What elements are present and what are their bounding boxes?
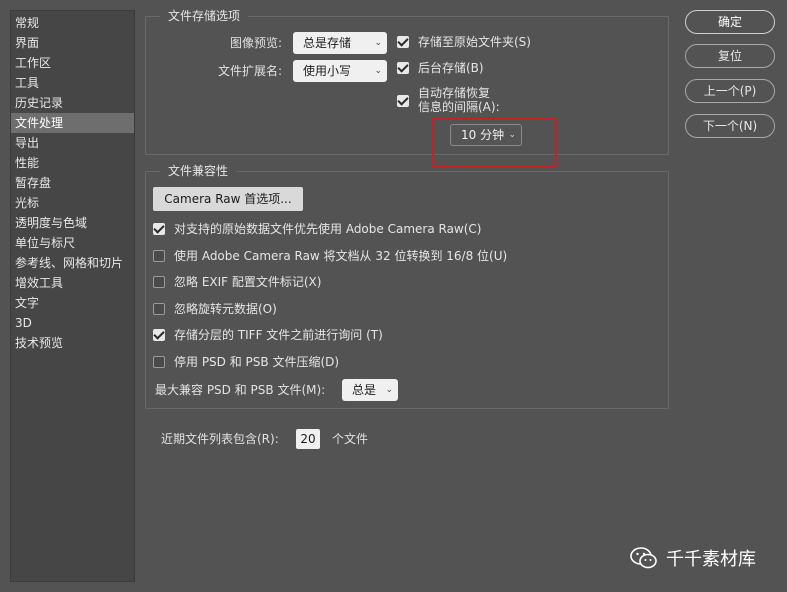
autosave-interval-select[interactable]: 10 分钟 ⌄	[450, 124, 522, 146]
autosave-label-line2: 信息的间隔(A):	[418, 100, 500, 114]
background-save-label: 后台存储(B)	[418, 61, 484, 75]
compat-option-checkbox[interactable]	[153, 329, 165, 341]
image-preview-label: 图像预览:	[230, 36, 283, 50]
max-compat-select[interactable]: 总是 ⌄	[342, 379, 398, 401]
recent-files-label: 近期文件列表包含(R):	[161, 432, 279, 446]
autosave-label-line1: 自动存储恢复	[418, 86, 491, 100]
compat-option-checkbox[interactable]	[153, 223, 165, 235]
previous-button[interactable]: 上一个(P)	[685, 79, 775, 103]
save-original-folder-checkbox[interactable]	[397, 36, 409, 48]
compat-option-disable-compression[interactable]: 停用 PSD 和 PSB 文件压缩(D)	[153, 354, 339, 370]
sidebar-item-scratch-disks[interactable]: 暂存盘	[11, 173, 134, 193]
sidebar-item-type[interactable]: 文字	[11, 293, 134, 313]
watermark-text: 千千素材库	[666, 549, 756, 570]
background-save-checkbox[interactable]	[397, 62, 409, 74]
chevron-down-icon: ⌄	[385, 385, 393, 395]
file-save-options-title: 文件存储选项	[160, 9, 249, 24]
compat-option-label: 停用 PSD 和 PSB 文件压缩(D)	[174, 355, 340, 369]
save-original-folder-option[interactable]: 存储至原始文件夹(S)	[397, 34, 531, 50]
sidebar-item-interface[interactable]: 界面	[11, 33, 134, 53]
sidebar-item-history[interactable]: 历史记录	[11, 93, 134, 113]
compat-option-ignore-exif[interactable]: 忽略 EXIF 配置文件标记(X)	[153, 274, 321, 290]
sidebar-item-general[interactable]: 常规	[11, 13, 134, 33]
sidebar-item-tools[interactable]: 工具	[11, 73, 134, 93]
wechat-icon	[630, 547, 657, 569]
image-preview-value: 总是存储	[303, 36, 352, 50]
sidebar-item-workspace[interactable]: 工作区	[11, 53, 134, 73]
max-compat-label: 最大兼容 PSD 和 PSB 文件(M):	[155, 383, 326, 397]
watermark: 千千素材库	[630, 545, 756, 571]
compat-option-checkbox[interactable]	[153, 276, 165, 288]
background-save-option[interactable]: 后台存储(B)	[397, 60, 484, 76]
autosave-label: 自动存储恢复 信息的间隔(A):	[418, 86, 500, 114]
file-extension-label: 文件扩展名:	[218, 64, 283, 78]
autosave-checkbox[interactable]	[397, 95, 409, 107]
compat-option-tiff-ask[interactable]: 存储分层的 TIFF 文件之前进行询问 (T)	[153, 327, 383, 343]
autosave-option[interactable]: 自动存储恢复 信息的间隔(A):	[397, 86, 500, 114]
compat-option-label: 忽略 EXIF 配置文件标记(X)	[174, 275, 322, 289]
chevron-down-icon: ⌄	[374, 38, 382, 48]
file-compatibility-title: 文件兼容性	[160, 164, 237, 179]
compat-option-checkbox[interactable]	[153, 250, 165, 262]
compat-option-checkbox[interactable]	[153, 303, 165, 315]
sidebar-item-plugins[interactable]: 增效工具	[11, 273, 134, 293]
sidebar-item-units-rulers[interactable]: 单位与标尺	[11, 233, 134, 253]
compat-option-ignore-rotation[interactable]: 忽略旋转元数据(O)	[153, 301, 277, 317]
reset-button[interactable]: 复位	[685, 44, 775, 68]
compat-option-checkbox[interactable]	[153, 356, 165, 368]
preferences-sidebar: 常规 界面 工作区 工具 历史记录 文件处理 导出 性能 暂存盘 光标 透明度与…	[10, 10, 135, 582]
sidebar-item-cursors[interactable]: 光标	[11, 193, 134, 213]
sidebar-item-performance[interactable]: 性能	[11, 153, 134, 173]
recent-files-input[interactable]: 20	[296, 429, 320, 449]
compat-option-camera-raw[interactable]: 对支持的原始数据文件优先使用 Adobe Camera Raw(C)	[153, 221, 481, 237]
sidebar-item-file-handling[interactable]: 文件处理	[11, 113, 134, 133]
sidebar-item-export[interactable]: 导出	[11, 133, 134, 153]
image-preview-select[interactable]: 总是存储 ⌄	[293, 32, 387, 54]
ok-button[interactable]: 确定	[685, 10, 775, 34]
file-extension-value: 使用小写	[303, 64, 352, 78]
compat-option-label: 忽略旋转元数据(O)	[174, 302, 277, 316]
chevron-down-icon: ⌄	[374, 66, 382, 76]
compat-option-convert-32bit[interactable]: 使用 Adobe Camera Raw 将文档从 32 位转换到 16/8 位(…	[153, 248, 507, 264]
compat-option-label: 对支持的原始数据文件优先使用 Adobe Camera Raw(C)	[174, 222, 482, 236]
compat-option-label: 存储分层的 TIFF 文件之前进行询问 (T)	[174, 328, 383, 342]
camera-raw-preferences-button[interactable]: Camera Raw 首选项...	[153, 187, 303, 211]
autosave-interval-value: 10 分钟	[461, 128, 505, 142]
next-button[interactable]: 下一个(N)	[685, 114, 775, 138]
sidebar-item-tech-previews[interactable]: 技术预览	[11, 333, 134, 353]
chevron-down-icon: ⌄	[508, 130, 516, 140]
save-original-folder-label: 存储至原始文件夹(S)	[418, 35, 531, 49]
file-extension-select[interactable]: 使用小写 ⌄	[293, 60, 387, 82]
sidebar-item-3d[interactable]: 3D	[11, 313, 134, 333]
sidebar-item-transparency[interactable]: 透明度与色域	[11, 213, 134, 233]
sidebar-item-guides-grid[interactable]: 参考线、网格和切片	[11, 253, 134, 273]
recent-files-suffix: 个文件	[332, 432, 369, 446]
compat-option-label: 使用 Adobe Camera Raw 将文档从 32 位转换到 16/8 位(…	[174, 249, 508, 263]
max-compat-value: 总是	[352, 383, 377, 397]
